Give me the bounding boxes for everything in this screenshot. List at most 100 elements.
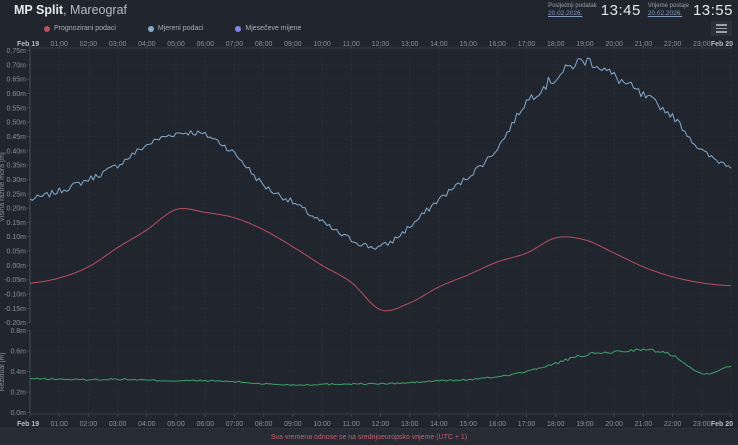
svg-text:08:00: 08:00 [255, 421, 273, 428]
svg-text:07:00: 07:00 [226, 421, 244, 428]
last-data-label: Posljednji podatak [548, 2, 597, 9]
svg-text:05:00: 05:00 [167, 421, 185, 428]
svg-text:11:00: 11:00 [343, 421, 360, 428]
svg-text:15:00: 15:00 [459, 41, 477, 48]
station-time-block: Vrijeme postaje 20.02.2026. 13:55 [648, 2, 733, 19]
svg-text:0.15m: 0.15m [7, 220, 27, 227]
svg-text:0.70m: 0.70m [7, 62, 27, 69]
svg-text:01:00: 01:00 [50, 41, 68, 48]
chart-legend: Prognozirani podaci Mjereni podaci Mjese… [44, 25, 301, 32]
station-name: MP Split [14, 3, 64, 17]
svg-text:0.35m: 0.35m [7, 163, 27, 170]
svg-text:0.25m: 0.25m [7, 191, 27, 198]
svg-text:12:00: 12:00 [372, 421, 390, 428]
page-title: MP Split, Mareograf [14, 3, 127, 17]
svg-text:0.20m: 0.20m [7, 206, 27, 213]
svg-text:Feb 19: Feb 19 [17, 421, 39, 428]
forecast-marker-icon [44, 25, 50, 32]
svg-text:Feb 19: Feb 19 [17, 41, 39, 48]
svg-text:14:00: 14:00 [430, 421, 448, 428]
svg-text:22:00: 22:00 [664, 421, 682, 428]
svg-text:19:00: 19:00 [576, 421, 594, 428]
svg-text:05:00: 05:00 [167, 41, 185, 48]
legend-item-moon-phases[interactable]: Mjesečeve mijene [235, 25, 301, 32]
svg-text:04:00: 04:00 [138, 421, 156, 428]
header-status: Posljednji podatak 20.02.2026. 13:45 Vri… [548, 2, 733, 19]
svg-text:0.8m: 0.8m [10, 328, 26, 335]
legend-item-measured[interactable]: Mjereni podaci [147, 25, 204, 32]
svg-text:23:00: 23:00 [693, 41, 711, 48]
svg-text:17:00: 17:00 [518, 41, 536, 48]
last-data-time: 13:45 [600, 2, 641, 19]
svg-text:0.4m: 0.4m [10, 369, 26, 376]
station-time-date-link[interactable]: 20.02.2026. [648, 10, 682, 18]
svg-text:0.60m: 0.60m [7, 91, 27, 98]
svg-text:18:00: 18:00 [547, 421, 565, 428]
svg-text:18:00: 18:00 [547, 41, 565, 48]
measured-marker-icon [147, 25, 154, 32]
svg-text:10:00: 10:00 [313, 41, 331, 48]
svg-text:0.55m: 0.55m [7, 105, 27, 112]
legend-label-moon-phases: Mjesečeve mijene [245, 25, 302, 32]
svg-text:06:00: 06:00 [196, 421, 214, 428]
timezone-note: Sva vremena odnose se na srednjoeuropsko… [270, 433, 468, 441]
footer-bar: Sva vremena odnose se na srednjoeuropsko… [0, 428, 738, 445]
svg-text:0.0m: 0.0m [10, 410, 26, 417]
svg-text:04:00: 04:00 [138, 41, 156, 48]
svg-text:21:00: 21:00 [635, 421, 653, 428]
chart-context-menu-button[interactable] [711, 21, 732, 36]
y-axis-title-residual: Rezidual [m] [0, 352, 6, 392]
svg-text:06:00: 06:00 [196, 41, 214, 48]
svg-text:0.75m: 0.75m [7, 48, 27, 55]
svg-text:09:00: 09:00 [284, 41, 302, 48]
svg-text:20:00: 20:00 [605, 41, 623, 48]
svg-text:14:00: 14:00 [430, 41, 448, 48]
svg-text:10:00: 10:00 [313, 421, 331, 428]
svg-text:0.05m: 0.05m [7, 249, 27, 256]
svg-text:Feb 20: Feb 20 [711, 421, 733, 428]
svg-text:07:00: 07:00 [226, 41, 244, 48]
svg-text:16:00: 16:00 [489, 41, 507, 48]
svg-text:0.40m: 0.40m [7, 148, 27, 155]
svg-text:0.2m: 0.2m [10, 390, 26, 397]
svg-text:08:00: 08:00 [255, 41, 273, 48]
svg-text:0.50m: 0.50m [7, 120, 27, 127]
svg-text:22:00: 22:00 [664, 41, 682, 48]
svg-text:12:00: 12:00 [372, 41, 390, 48]
svg-text:23:00: 23:00 [693, 421, 711, 428]
svg-text:13:00: 13:00 [401, 41, 419, 48]
station-time: 13:55 [692, 2, 733, 19]
last-data-date-link[interactable]: 20.02.2026. [548, 10, 582, 18]
svg-text:11:00: 11:00 [343, 41, 360, 48]
svg-text:02:00: 02:00 [80, 41, 98, 48]
svg-text:09:00: 09:00 [284, 421, 302, 428]
svg-text:17:00: 17:00 [518, 421, 536, 428]
station-type: , Mareograf [63, 3, 128, 17]
svg-text:13:00: 13:00 [401, 421, 419, 428]
svg-text:01:00: 01:00 [50, 421, 68, 428]
svg-text:0.65m: 0.65m [7, 77, 27, 84]
last-data-block: Posljednji podatak 20.02.2026. 13:45 [548, 2, 641, 19]
legend-item-forecast[interactable]: Prognozirani podaci [44, 25, 116, 32]
svg-text:Feb 20: Feb 20 [711, 41, 733, 48]
svg-text:0.45m: 0.45m [7, 134, 27, 141]
svg-text:21:00: 21:00 [635, 41, 653, 48]
svg-text:02:00: 02:00 [80, 421, 98, 428]
legend-label-measured: Mjereni podaci [157, 25, 204, 32]
svg-text:16:00: 16:00 [489, 421, 507, 428]
svg-text:15:00: 15:00 [459, 421, 477, 428]
svg-text:20:00: 20:00 [605, 421, 623, 428]
mareograph-chart[interactable]: 0.75m 0.70m 0.65m 0.60m 0.55m 0.50m 0.45m 0.40m… [0, 0, 738, 445]
header-bar: MP Split, Mareograf Posljednji podatak 2… [0, 0, 738, 20]
svg-text:03:00: 03:00 [109, 421, 127, 428]
hamburger-menu-icon [716, 24, 727, 26]
svg-text:19:00: 19:00 [576, 41, 594, 48]
svg-text:0.10m: 0.10m [7, 234, 27, 241]
svg-text:03:00: 03:00 [109, 41, 127, 48]
station-time-label: Vrijeme postaje [647, 2, 689, 9]
legend-label-forecast: Prognozirani podaci [54, 25, 116, 32]
svg-text:0.00m: 0.00m [7, 263, 27, 270]
svg-text:0.30m: 0.30m [7, 177, 27, 184]
y-axis-title-sea-level: Visina razine mora [m] [0, 152, 6, 222]
svg-text:0.6m: 0.6m [10, 349, 26, 356]
